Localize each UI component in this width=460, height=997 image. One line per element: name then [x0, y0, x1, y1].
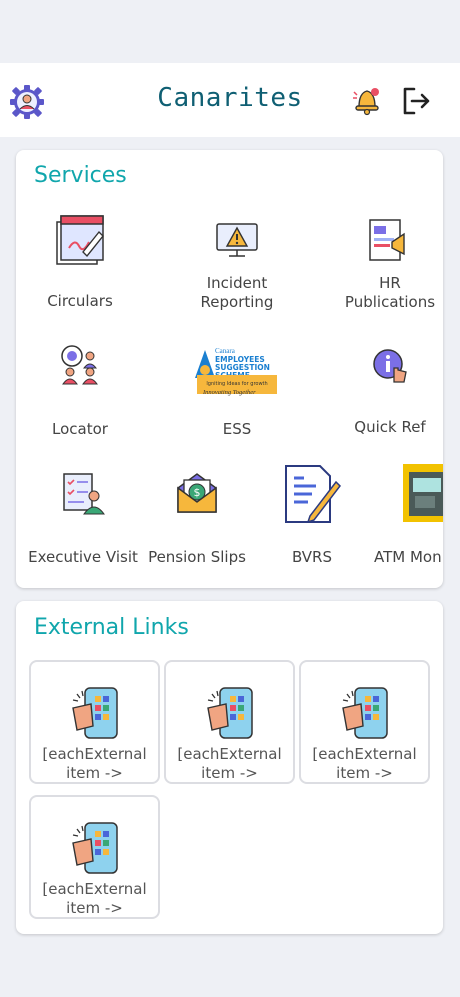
hr-publications-icon	[369, 219, 405, 261]
app-bar: Canarites	[0, 63, 460, 137]
mobile-app-icon	[207, 687, 253, 739]
external-link-item[interactable]: [eachExternal item ->	[29, 795, 160, 919]
service-label: Circulars	[47, 292, 113, 310]
external-link-item[interactable]: [eachExternal item ->	[29, 660, 160, 784]
external-link-label: [eachExternal item ->	[42, 745, 147, 782]
external-link-item[interactable]: [eachExternal item ->	[164, 660, 295, 784]
services-card: Services Circulars Incident Reporting HR…	[16, 150, 443, 588]
service-label: HR Publications	[344, 274, 436, 311]
atm-monitor-icon	[403, 464, 443, 522]
external-link-label: [eachExternal item ->	[177, 745, 282, 782]
service-ess[interactable]: Canara EMPLOYEES SUGGESTION SCHEME Ignit…	[177, 336, 297, 446]
external-links-card: External Links [eachExternal item -> [ea…	[16, 601, 443, 934]
external-link-item[interactable]: [eachExternal item ->	[299, 660, 430, 784]
locator-icon	[61, 345, 98, 385]
external-link-label: [eachExternal item ->	[42, 880, 147, 917]
service-label: Incident Reporting	[200, 274, 274, 311]
circulars-icon	[56, 215, 104, 265]
service-incident-reporting[interactable]: Incident Reporting	[177, 208, 297, 318]
external-link-label: [eachExternal item ->	[312, 745, 417, 782]
executive-visit-icon	[63, 473, 105, 515]
service-label: Pension Slips	[148, 548, 246, 566]
service-atm-monitor[interactable]: ATM Mon	[368, 464, 443, 574]
ess-logo: Canara EMPLOYEES SUGGESTION SCHEME Ignit…	[193, 342, 281, 396]
bvrs-icon	[285, 465, 341, 524]
logout-icon[interactable]	[400, 85, 432, 117]
service-label: Quick Ref	[354, 418, 426, 436]
service-bvrs[interactable]: BVRS	[252, 464, 372, 574]
service-pension-slips[interactable]: $ Pension Slips	[138, 464, 256, 574]
service-circulars[interactable]: Circulars	[20, 208, 140, 318]
service-executive-visit[interactable]: Executive Visit	[20, 464, 150, 574]
mobile-app-icon	[72, 687, 118, 739]
service-quick-ref[interactable]: Quick Ref	[330, 336, 443, 446]
services-title: Services	[34, 163, 127, 188]
pension-slips-icon: $	[177, 473, 217, 513]
service-label: ATM Mon	[374, 548, 442, 566]
mobile-app-icon	[72, 822, 118, 874]
service-label: Locator	[52, 420, 108, 438]
incident-warning-icon	[216, 223, 258, 257]
app-title: Canarites	[157, 83, 303, 113]
svg-text:$: $	[194, 486, 201, 499]
service-label: Executive Visit	[28, 548, 138, 566]
quick-ref-icon	[373, 349, 407, 383]
service-label: ESS	[222, 420, 252, 438]
status-bar	[0, 0, 460, 63]
service-hr-publications[interactable]: HR Publications	[330, 208, 443, 318]
service-label: BVRS	[291, 548, 333, 566]
service-locator[interactable]: Locator	[20, 336, 140, 446]
bell-icon[interactable]	[350, 83, 384, 117]
external-links-title: External Links	[34, 615, 189, 640]
mobile-app-icon	[342, 687, 388, 739]
